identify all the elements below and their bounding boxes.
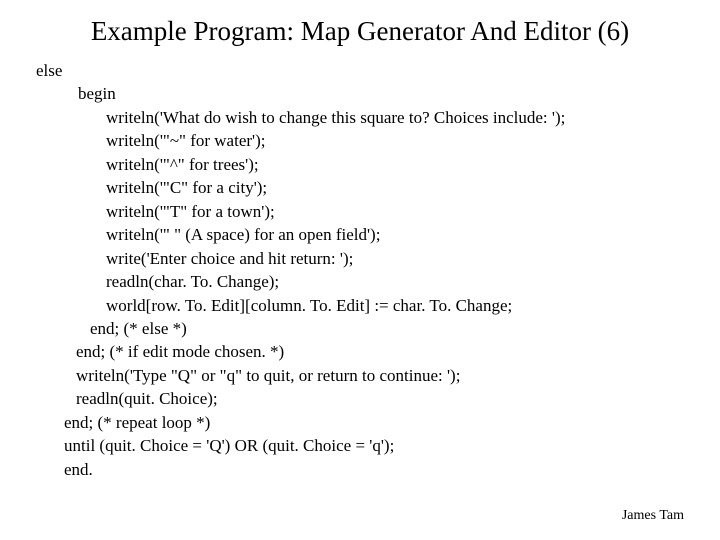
code-line: readln(quit. Choice); xyxy=(36,387,720,410)
code-line: write('Enter choice and hit return: '); xyxy=(36,247,720,270)
code-line: writeln('"T" for a town'); xyxy=(36,200,720,223)
code-line: end; (* else *) xyxy=(36,317,720,340)
code-line: writeln('"~" for water'); xyxy=(36,129,720,152)
code-line: end; (* repeat loop *) xyxy=(36,411,720,434)
code-line: readln(char. To. Change); xyxy=(36,270,720,293)
code-block: else begin writeln('What do wish to chan… xyxy=(0,53,720,481)
code-line: begin xyxy=(36,82,720,105)
code-line: writeln('" " (A space) for an open field… xyxy=(36,223,720,246)
code-line: until (quit. Choice = 'Q') OR (quit. Cho… xyxy=(36,434,720,457)
code-line: else xyxy=(36,59,720,82)
code-line: writeln('What do wish to change this squ… xyxy=(36,106,720,129)
code-line: end; (* if edit mode chosen. *) xyxy=(36,340,720,363)
code-line: writeln('Type "Q" or "q" to quit, or ret… xyxy=(36,364,720,387)
code-line: world[row. To. Edit][column. To. Edit] :… xyxy=(36,294,720,317)
code-line: writeln('"C" for a city'); xyxy=(36,176,720,199)
code-line: end. xyxy=(36,458,720,481)
slide-title: Example Program: Map Generator And Edito… xyxy=(0,0,720,53)
footer-author: James Tam xyxy=(622,508,684,524)
code-line: writeln('"^" for trees'); xyxy=(36,153,720,176)
